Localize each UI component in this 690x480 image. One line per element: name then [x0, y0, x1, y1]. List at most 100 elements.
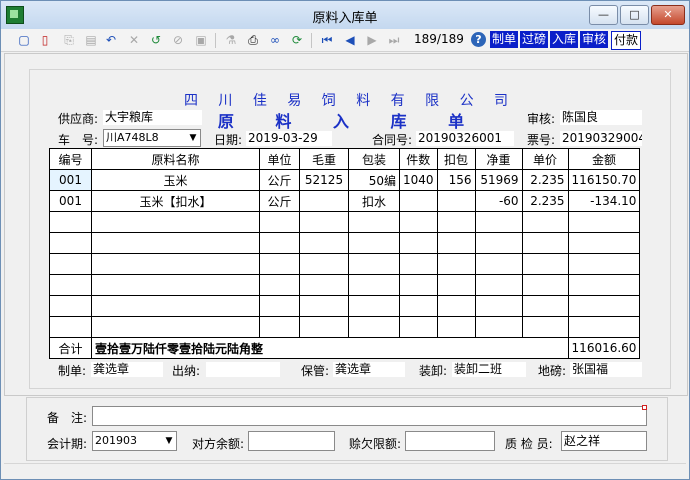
vehicle-select[interactable]: 川A748L8 ▼: [103, 129, 201, 147]
toolbar-separator: [311, 33, 312, 48]
empty-row[interactable]: [49, 274, 641, 296]
total-amount: 116016.60: [567, 337, 641, 359]
action-create[interactable]: 制单: [490, 31, 519, 48]
new-icon[interactable]: ▢: [16, 32, 32, 48]
status-divider: [4, 463, 686, 464]
inspector-input[interactable]: 赵之祥: [561, 431, 647, 451]
table-cell[interactable]: 2.235: [521, 190, 569, 212]
table-cell[interactable]: -134.10: [567, 190, 641, 212]
table-row[interactable]: 001 玉米 公斤 52125 50编 1040 156 51969 2.235…: [49, 169, 641, 191]
toolbar-separator: [215, 33, 216, 48]
undo-icon[interactable]: ↶: [103, 32, 119, 48]
scale-field[interactable]: 张国福: [570, 362, 642, 377]
table-cell[interactable]: 公斤: [259, 190, 300, 212]
table-cell[interactable]: 52125: [299, 169, 349, 191]
table-cell[interactable]: -60: [474, 190, 523, 212]
cashier-label: 出纳:: [172, 364, 201, 378]
refresh-icon[interactable]: ↺: [148, 32, 164, 48]
table-cell[interactable]: 1040: [399, 169, 438, 191]
column-header: 单位: [259, 148, 300, 170]
action-weigh[interactable]: 过磅: [520, 31, 549, 48]
contract-field[interactable]: 20190326001: [416, 131, 514, 146]
credit-label: 赊欠限额:: [349, 437, 402, 451]
required-marker-icon: [642, 405, 647, 410]
column-header: 金额: [567, 148, 641, 170]
unload-field[interactable]: 装卸二班: [452, 362, 526, 377]
app-window: 原料入库单 — □ ✕ ▢ ▯ ⎘ ▤ ↶ ✕ ↺ ⊘ ▣ ⚗ ⎙ ∞ ⟳ ⏮ …: [0, 0, 690, 480]
preview-icon[interactable]: ⚗: [223, 32, 239, 48]
total-row: 合计 壹拾壹万陆仟零壹拾陆元陆角整 116016.60: [49, 337, 641, 359]
period-label: 会计期:: [47, 437, 88, 451]
paste-icon[interactable]: ▤: [83, 32, 99, 48]
table-cell[interactable]: 001: [49, 169, 92, 191]
help-icon[interactable]: ?: [471, 32, 486, 47]
toolbar: ▢ ▯ ⎘ ▤ ↶ ✕ ↺ ⊘ ▣ ⚗ ⎙ ∞ ⟳ ⏮ ◀ ▶ ⏭ 189/18…: [1, 29, 689, 52]
cancel-icon[interactable]: ⊘: [170, 32, 186, 48]
table-cell[interactable]: 公斤: [259, 169, 300, 191]
total-label: 合计: [49, 337, 92, 359]
company-name: 四 川 佳 易 饲 料 有 限 公 司: [183, 93, 517, 109]
maker-label: 制单:: [58, 364, 87, 378]
balance-input[interactable]: [248, 431, 335, 451]
total-in-words: 壹拾壹万陆仟零壹拾陆元陆角整: [91, 337, 569, 359]
contract-label: 合同号:: [372, 133, 413, 147]
balance-label: 对方余额:: [192, 437, 245, 451]
action-pay[interactable]: 付款: [611, 31, 642, 50]
new-doc-icon[interactable]: ▯: [37, 32, 53, 48]
empty-row[interactable]: [49, 316, 641, 338]
copy-icon[interactable]: ⎘: [61, 32, 77, 48]
table-cell[interactable]: 玉米: [91, 169, 260, 191]
maker-field[interactable]: 龚选章: [91, 362, 163, 377]
minimize-button[interactable]: —: [589, 5, 618, 25]
unload-label: 装卸:: [419, 364, 448, 378]
table-cell[interactable]: 玉米【扣水】: [91, 190, 260, 212]
prev-icon[interactable]: ◀: [342, 32, 358, 48]
table-cell[interactable]: 001: [49, 190, 92, 212]
empty-row[interactable]: [49, 295, 641, 317]
chevron-down-icon[interactable]: ▼: [162, 432, 176, 450]
next-icon[interactable]: ▶: [364, 32, 380, 48]
column-header: 毛重: [299, 148, 349, 170]
delete-icon[interactable]: ✕: [126, 32, 142, 48]
table-cell[interactable]: [436, 190, 476, 212]
table-cell[interactable]: 50编: [348, 169, 400, 191]
keeper-field[interactable]: 龚选章: [333, 362, 405, 377]
sync-icon[interactable]: ⟳: [289, 32, 305, 48]
table-cell[interactable]: [399, 190, 438, 212]
auditor-field[interactable]: 陈国良: [560, 110, 642, 125]
supplier-field[interactable]: 大宇粮库: [103, 110, 202, 125]
table-header-row: 编号 原料名称 单位 毛重 包装 件数 扣包 净重 单价 金额: [49, 148, 641, 170]
table-cell[interactable]: 2.235: [521, 169, 569, 191]
scale-label: 地磅:: [538, 364, 567, 378]
column-header: 原料名称: [91, 148, 260, 170]
empty-row[interactable]: [49, 211, 641, 233]
last-icon[interactable]: ⏭: [386, 32, 402, 48]
close-button[interactable]: ✕: [651, 5, 685, 25]
credit-input[interactable]: [405, 431, 495, 451]
table-row[interactable]: 001 玉米【扣水】 公斤 扣水 -60 2.235 -134.10: [49, 190, 641, 212]
remark-input[interactable]: [92, 406, 647, 426]
find-icon[interactable]: ∞: [267, 32, 283, 48]
empty-row[interactable]: [49, 253, 641, 275]
action-audit[interactable]: 审核: [580, 31, 609, 48]
date-field[interactable]: 2019-03-29: [246, 131, 332, 146]
table-cell[interactable]: [299, 190, 349, 212]
chevron-down-icon[interactable]: ▼: [186, 130, 200, 146]
empty-row[interactable]: [49, 232, 641, 254]
table-cell[interactable]: 156: [436, 169, 476, 191]
table-cell[interactable]: 116150.70: [567, 169, 641, 191]
maximize-button[interactable]: □: [620, 5, 649, 25]
title-bar: 原料入库单 — □ ✕: [1, 1, 689, 29]
vehicle-value: 川A748L8: [106, 131, 159, 144]
period-select[interactable]: 201903 ▼: [92, 431, 177, 451]
first-icon[interactable]: ⏮: [319, 32, 335, 48]
print-icon[interactable]: ⎙: [245, 32, 261, 48]
column-header: 净重: [474, 148, 523, 170]
action-stock-in[interactable]: 入库: [550, 31, 579, 48]
table-cell[interactable]: 51969: [474, 169, 523, 191]
ticket-field[interactable]: 20190329004: [560, 131, 642, 146]
inspector-label: 质 检 员:: [505, 437, 553, 451]
save-icon[interactable]: ▣: [193, 32, 209, 48]
cashier-field[interactable]: [206, 362, 280, 377]
table-cell[interactable]: 扣水: [348, 190, 400, 212]
